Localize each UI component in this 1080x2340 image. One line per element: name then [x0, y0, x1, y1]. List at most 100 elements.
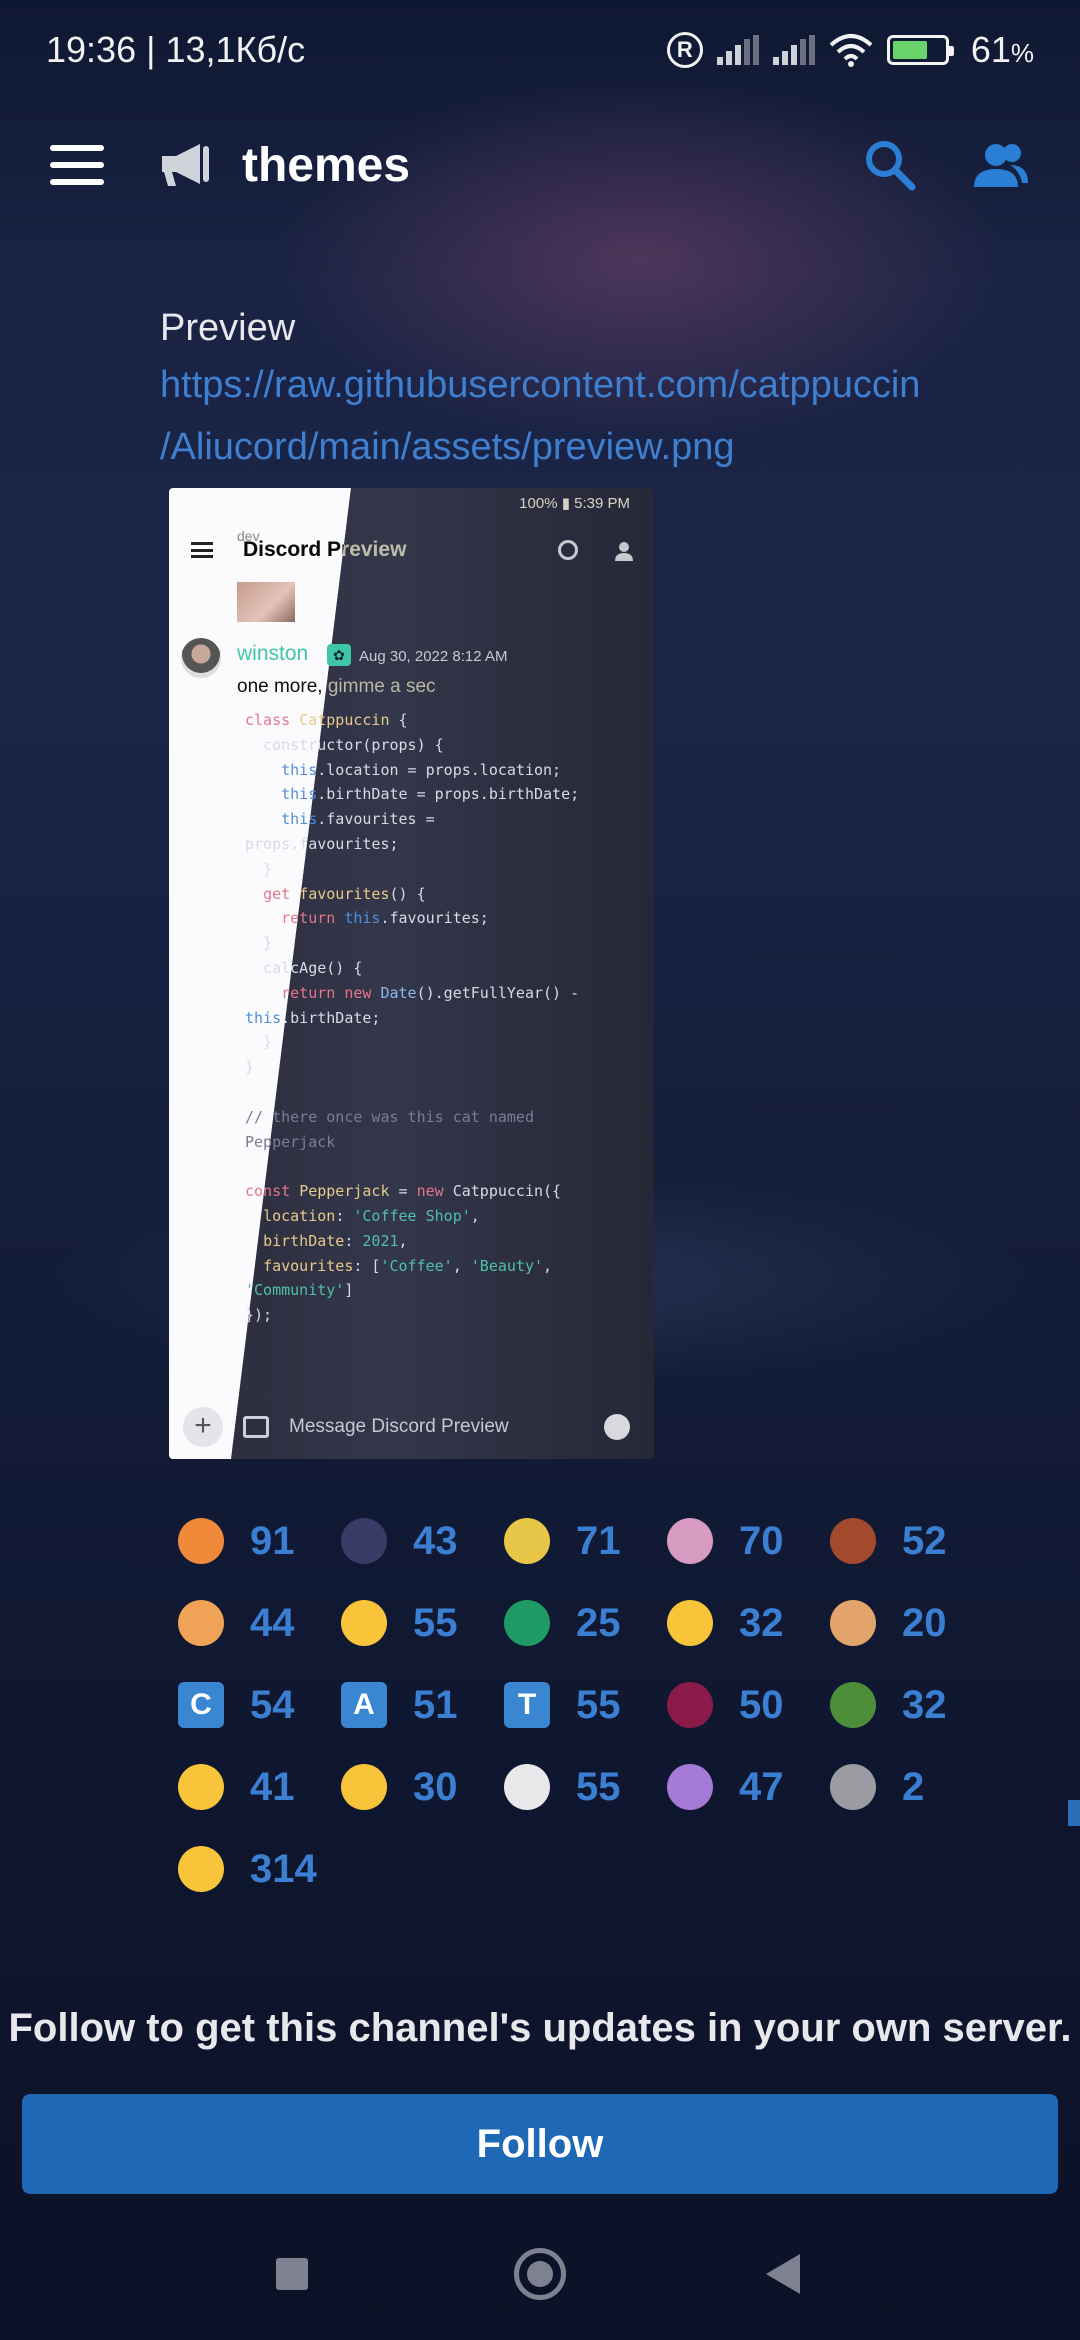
- preview-input-placeholder: Message Discord Preview: [289, 1416, 509, 1437]
- reaction-count: 51: [413, 1682, 458, 1727]
- letter-a-emoji: A: [341, 1682, 387, 1728]
- reaction-chip[interactable]: 44: [178, 1600, 341, 1646]
- battery-unit: %: [1010, 38, 1034, 68]
- reaction-count: 314: [250, 1846, 317, 1891]
- reaction-count: 32: [739, 1600, 784, 1645]
- weary-emoji: [667, 1600, 713, 1646]
- preview-link[interactable]: https://raw.githubusercontent.com/catppu…: [160, 354, 1040, 478]
- reaction-chip[interactable]: 70: [667, 1518, 830, 1564]
- preview-code-block: class Catppuccin { constructor(props) { …: [245, 711, 580, 1325]
- cat-emoji: [341, 1518, 387, 1564]
- raised-eyebrow-emoji: [341, 1764, 387, 1810]
- preview-subtitle: dev: [237, 528, 260, 544]
- reaction-chip[interactable]: 47: [667, 1764, 830, 1810]
- reaction-count: 55: [576, 1682, 621, 1727]
- members-icon[interactable]: [970, 135, 1030, 195]
- battery-icon: [886, 35, 954, 65]
- reaction-chip[interactable]: 55: [504, 1764, 667, 1810]
- reaction-chip[interactable]: 2: [830, 1764, 993, 1810]
- preview-link-line-2[interactable]: /Aliucord/main/assets/preview.png: [160, 416, 1040, 478]
- preview-avatar: [181, 638, 221, 678]
- green-creature-emoji: [504, 1600, 550, 1646]
- reaction-chip[interactable]: 30: [341, 1764, 504, 1810]
- reaction-chip[interactable]: 50: [667, 1682, 830, 1728]
- preview-status: 100% ▮ 5:39 PM: [519, 495, 630, 512]
- bread-emoji: [830, 1600, 876, 1646]
- reaction-count: 47: [739, 1764, 784, 1809]
- reaction-row: 41 30 55 47 2: [178, 1746, 998, 1828]
- reaction-count: 41: [250, 1764, 295, 1809]
- reaction-count: 30: [413, 1764, 458, 1809]
- reaction-count: 54: [250, 1682, 295, 1727]
- status-bar: 19:36 | 13,1Кб/с R 61%: [0, 0, 1080, 100]
- follow-button[interactable]: Follow: [22, 2094, 1058, 2194]
- scroll-indicator: [1068, 1800, 1080, 1826]
- moai-emoji: [830, 1764, 876, 1810]
- reaction-chip[interactable]: C 54: [178, 1682, 341, 1728]
- registered-icon: R: [666, 32, 703, 68]
- preview-date: Aug 30, 2022 8:12 AM: [359, 648, 508, 665]
- recents-icon[interactable]: [276, 2258, 308, 2290]
- preview-plus-icon: +: [183, 1407, 223, 1447]
- reaction-chip[interactable]: 41: [178, 1764, 341, 1810]
- reaction-chip[interactable]: 71: [504, 1518, 667, 1564]
- back-icon[interactable]: [766, 2254, 800, 2294]
- signal-2-icon: [772, 35, 815, 65]
- reaction-row: 44 55 25 32 20: [178, 1582, 998, 1664]
- home-icon[interactable]: [514, 2248, 566, 2300]
- reaction-count: 43: [413, 1518, 458, 1563]
- message-text: Preview: [160, 307, 296, 349]
- message-content: Preview https://raw.githubusercontent.co…: [160, 302, 1040, 478]
- channel-header: themes: [0, 110, 1080, 220]
- reaction-chip[interactable]: 25: [504, 1600, 667, 1646]
- preview-message: one more, gimme a sec: [237, 676, 436, 697]
- reaction-count: 25: [576, 1600, 621, 1645]
- menu-icon[interactable]: [50, 145, 104, 185]
- reaction-chip[interactable]: 314: [178, 1846, 341, 1892]
- preview-link-line-1[interactable]: https://raw.githubusercontent.com/catppu…: [160, 354, 1040, 416]
- battery-percent: 61: [970, 29, 1011, 70]
- reaction-count: 2: [902, 1764, 925, 1809]
- reaction-row: 314: [178, 1828, 998, 1910]
- status-right: R 61%: [666, 29, 1034, 71]
- preview-search-icon: [558, 540, 578, 560]
- reaction-chip[interactable]: 55: [341, 1600, 504, 1646]
- reaction-chip[interactable]: 43: [341, 1518, 504, 1564]
- screaming-emoji: [178, 1846, 224, 1892]
- preview-title: Discord Preview: [243, 538, 407, 561]
- reaction-count: 91: [250, 1518, 295, 1563]
- reaction-chip[interactable]: 32: [830, 1682, 993, 1728]
- preview-gift-icon: [243, 1416, 269, 1438]
- reaction-count: 44: [250, 1600, 295, 1645]
- reaction-count: 71: [576, 1518, 621, 1563]
- follow-prompt: Follow to get this channel's updates in …: [8, 2006, 1072, 2050]
- channel-name: themes: [242, 138, 411, 192]
- reaction-count: 20: [902, 1600, 947, 1645]
- status-time: 19:36: [46, 29, 137, 70]
- preview-thumbnail: [237, 582, 295, 622]
- heart-eyes-emoji: [341, 1600, 387, 1646]
- reaction-chip[interactable]: 91: [178, 1518, 341, 1564]
- reaction-chip[interactable]: 20: [830, 1600, 993, 1646]
- reactions: 91 43 71 70 52 44 55 25 32 20 C 54 A 51 T 55 50 32 41 30 55 4…: [178, 1500, 998, 1910]
- reaction-count: 70: [739, 1518, 784, 1563]
- reaction-chip[interactable]: A 51: [341, 1682, 504, 1728]
- pog-emoji: [178, 1518, 224, 1564]
- magenta-block-emoji: [667, 1682, 713, 1728]
- reaction-chip[interactable]: 32: [667, 1600, 830, 1646]
- reaction-chip[interactable]: 52: [830, 1518, 993, 1564]
- pensive-emoji: [178, 1764, 224, 1810]
- wifi-icon: [829, 34, 873, 67]
- preview-menu-icon: [191, 542, 213, 558]
- search-icon[interactable]: [860, 135, 920, 195]
- preview-image[interactable]: 100% ▮ 5:39 PM Discord Preview dev winst…: [169, 488, 654, 1459]
- face-photo-emoji: [830, 1518, 876, 1564]
- network-speed: 13,1Кб/с: [165, 29, 306, 70]
- reaction-count: 52: [902, 1518, 947, 1563]
- announcement-channel-icon: [162, 144, 209, 186]
- reaction-count: 32: [902, 1682, 947, 1727]
- reaction-chip[interactable]: T 55: [504, 1682, 667, 1728]
- system-nav-bar: [0, 2220, 1080, 2340]
- preview-composer: + Message Discord Preview: [169, 1395, 654, 1459]
- reaction-row: C 54 A 51 T 55 50 32: [178, 1664, 998, 1746]
